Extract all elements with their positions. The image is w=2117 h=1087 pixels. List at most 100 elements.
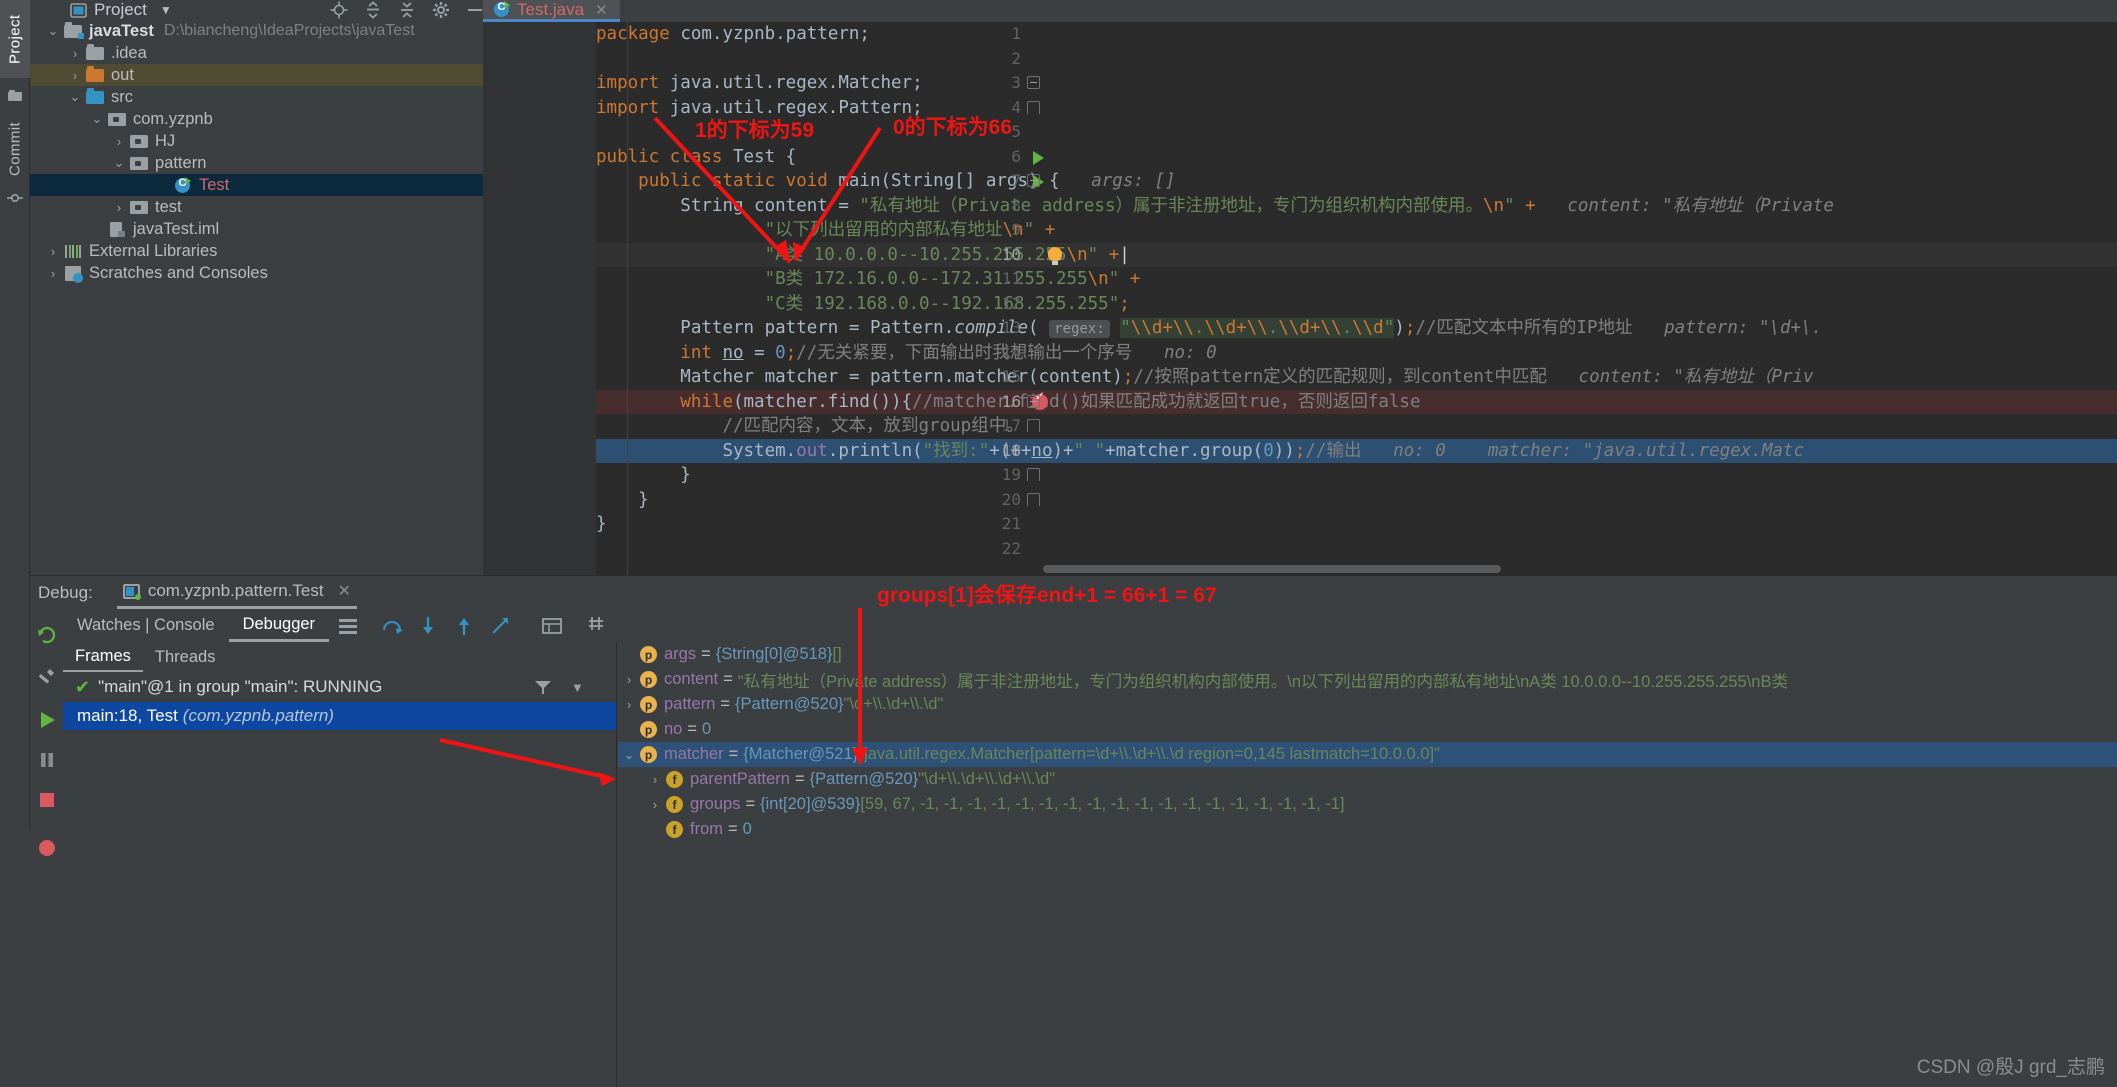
wrench-icon[interactable] — [36, 666, 58, 688]
hide-panel-icon[interactable] — [466, 1, 484, 19]
code-line[interactable]: "C类 192.168.0.0--192.168.255.255"; — [596, 292, 2117, 317]
tree-item-test[interactable]: › test — [30, 196, 483, 218]
filter-icon[interactable] — [533, 677, 553, 697]
twisty-collapsed-icon[interactable]: › — [618, 697, 640, 712]
code-line[interactable]: while(matcher.find()){//matcher.find()如果… — [596, 390, 2117, 415]
tab-threads[interactable]: Threads — [143, 642, 228, 672]
code-line[interactable]: } — [596, 512, 2117, 537]
code-line[interactable]: Matcher matcher = pattern.matcher(conten… — [596, 365, 2117, 390]
close-icon[interactable]: ✕ — [338, 581, 351, 601]
code-line[interactable] — [596, 47, 2117, 72]
twisty-expanded-icon[interactable]: ⌄ — [42, 20, 64, 42]
variable-row[interactable]: ›pcontent="私有地址（Private address）属于非注册地址，… — [618, 667, 2117, 692]
tree-item-javaTest-iml[interactable]: javaTest.iml — [30, 218, 483, 240]
breakpoints-icon[interactable] — [36, 837, 58, 859]
tree-item-javaTest[interactable]: ⌄ javaTest D:\biancheng\IdeaProjects\jav… — [30, 20, 483, 42]
code-line[interactable]: "A类 10.0.0.0--10.255.255.255\n" +| — [596, 243, 2117, 268]
code-line[interactable]: import java.util.regex.Pattern; — [596, 96, 2117, 121]
step-out-icon[interactable] — [453, 615, 475, 637]
code-line[interactable]: package com.yzpnb.pattern; — [596, 22, 2117, 47]
twisty-expanded-icon[interactable]: ⌄ — [618, 747, 640, 763]
tree-item-HJ[interactable]: › HJ — [30, 130, 483, 152]
twisty-expanded-icon[interactable]: ⌄ — [108, 152, 130, 174]
thread-row[interactable]: ✔ "main"@1 in group "main": RUNNING ▼ — [63, 672, 616, 702]
code-line[interactable]: } — [596, 463, 2117, 488]
target-icon[interactable] — [330, 1, 348, 19]
twisty-collapsed-icon[interactable]: › — [64, 42, 86, 64]
tree-item-pattern[interactable]: ⌄ pattern — [30, 152, 483, 174]
evaluate-expression-icon[interactable] — [541, 615, 563, 637]
tree-item-Test[interactable]: Test — [30, 174, 483, 196]
resume-icon[interactable] — [36, 709, 58, 731]
tree-item-com-yzpnb[interactable]: ⌄ com.yzpnb — [30, 108, 483, 130]
tree-item-src[interactable]: ⌄ src — [30, 86, 483, 108]
code-line[interactable]: "B类 172.16.0.0--172.31.255.255\n" + — [596, 267, 2117, 292]
tool-tab-project[interactable]: Project — [0, 0, 30, 78]
editor-code-area[interactable]: package com.yzpnb.pattern; import java.ut… — [596, 22, 2117, 575]
debug-run-config-tab[interactable]: com.yzpnb.pattern.Test ✕ — [117, 576, 357, 609]
editor-tab-Test-java[interactable]: Test.java ✕ — [483, 0, 620, 22]
code-line[interactable]: System.out.println("找到:"+(++no)+" "+matc… — [596, 439, 2117, 464]
tree-item-scratches-and-consoles[interactable]: › Scratches and Consoles — [30, 262, 483, 284]
variable-row[interactable]: ›ppattern={Pattern@520} "\d+\\.\d+\\.\d" — [618, 692, 2117, 717]
tab-frames[interactable]: Frames — [63, 642, 143, 672]
pause-icon[interactable] — [36, 749, 58, 771]
editor-horizontal-scrollbar[interactable] — [1043, 565, 1501, 573]
tool-tab-commit[interactable]: Commit — [0, 112, 30, 186]
variables-pane[interactable]: pargs={String[0]@518} []›pcontent="私有地址（… — [618, 642, 2117, 1087]
settings-gear-icon[interactable] — [432, 1, 450, 19]
close-icon[interactable]: ✕ — [595, 1, 608, 19]
code-line[interactable]: public class Test { — [596, 145, 2117, 170]
tree-item-idea[interactable]: › .idea — [30, 42, 483, 64]
stop-icon[interactable] — [36, 789, 58, 811]
editor-gutter[interactable] — [483, 22, 596, 575]
tab-watches-console[interactable]: Watches | Console — [63, 609, 229, 642]
mute-breakpoints-icon[interactable] — [585, 615, 607, 637]
code-line[interactable]: int no = 0;//无关紧要，下面输出时我想输出一个序号 no: 0 — [596, 341, 2117, 366]
twisty-expanded-icon[interactable]: ⌄ — [64, 86, 86, 108]
chevron-down-icon[interactable]: ▼ — [160, 3, 172, 17]
run-to-cursor-icon[interactable] — [489, 615, 511, 637]
commit-icon[interactable] — [7, 190, 23, 206]
variable-row[interactable]: ›fgroups={int[20]@539} [59, 67, -1, -1, … — [618, 792, 2117, 817]
tree-item-external-libraries[interactable]: › External Libraries — [30, 240, 483, 262]
code-line[interactable] — [596, 537, 2117, 562]
fold-region-icon[interactable] — [1027, 76, 1040, 89]
twisty-collapsed-icon[interactable]: › — [644, 797, 666, 812]
twisty-expanded-icon[interactable]: ⌄ — [86, 108, 108, 130]
variable-row[interactable]: pno=0 — [618, 717, 2117, 742]
expand-all-icon[interactable] — [398, 1, 416, 19]
twisty-collapsed-icon[interactable]: › — [64, 64, 86, 86]
step-over-icon[interactable] — [381, 615, 403, 637]
code-line[interactable]: "以下列出留用的内部私有地址\n" + — [596, 218, 2117, 243]
variable-row[interactable]: pargs={String[0]@518} [] — [618, 642, 2117, 667]
code-line[interactable]: String content = "私有地址（Private address）属… — [596, 194, 2117, 219]
variable-row[interactable]: ffrom=0 — [618, 817, 2117, 842]
fold-end-icon[interactable] — [1027, 493, 1040, 506]
twisty-collapsed-icon[interactable]: › — [42, 262, 64, 284]
variable-row[interactable]: ⌄pmatcher={Matcher@521} "java.util.regex… — [618, 742, 2117, 767]
tree-item-out[interactable]: › out — [30, 64, 483, 86]
collapse-all-icon[interactable] — [364, 1, 382, 19]
run-gutter-icon[interactable] — [1033, 151, 1044, 165]
code-line[interactable]: Pattern pattern = Pattern.compile( regex… — [596, 316, 2117, 341]
fold-end-icon[interactable] — [1027, 101, 1040, 114]
code-line[interactable]: } — [596, 488, 2117, 513]
twisty-collapsed-icon[interactable]: › — [42, 240, 64, 262]
twisty-collapsed-icon[interactable]: › — [644, 772, 666, 787]
fold-end-icon[interactable] — [1027, 468, 1040, 481]
tab-debugger[interactable]: Debugger — [229, 609, 329, 642]
code-line[interactable]: public static void main(String[] args) {… — [596, 169, 2117, 194]
fold-region-icon[interactable] — [1027, 174, 1040, 187]
fold-end-icon[interactable] — [1027, 419, 1040, 432]
twisty-collapsed-icon[interactable]: › — [618, 672, 640, 687]
twisty-collapsed-icon[interactable]: › — [108, 196, 130, 218]
code-line[interactable]: //匹配内容，文本，放到group组中。 — [596, 414, 2117, 439]
code-line[interactable] — [596, 120, 2117, 145]
stack-frame-row[interactable]: main:18, Test (com.yzpnb.pattern) — [63, 702, 616, 730]
fold-region-icon[interactable] — [1027, 395, 1040, 408]
code-line[interactable]: import java.util.regex.Matcher; — [596, 71, 2117, 96]
chevron-down-icon[interactable]: ▼ — [571, 680, 584, 695]
intention-bulb-icon[interactable] — [1048, 247, 1062, 261]
layout-icon[interactable] — [337, 615, 359, 637]
